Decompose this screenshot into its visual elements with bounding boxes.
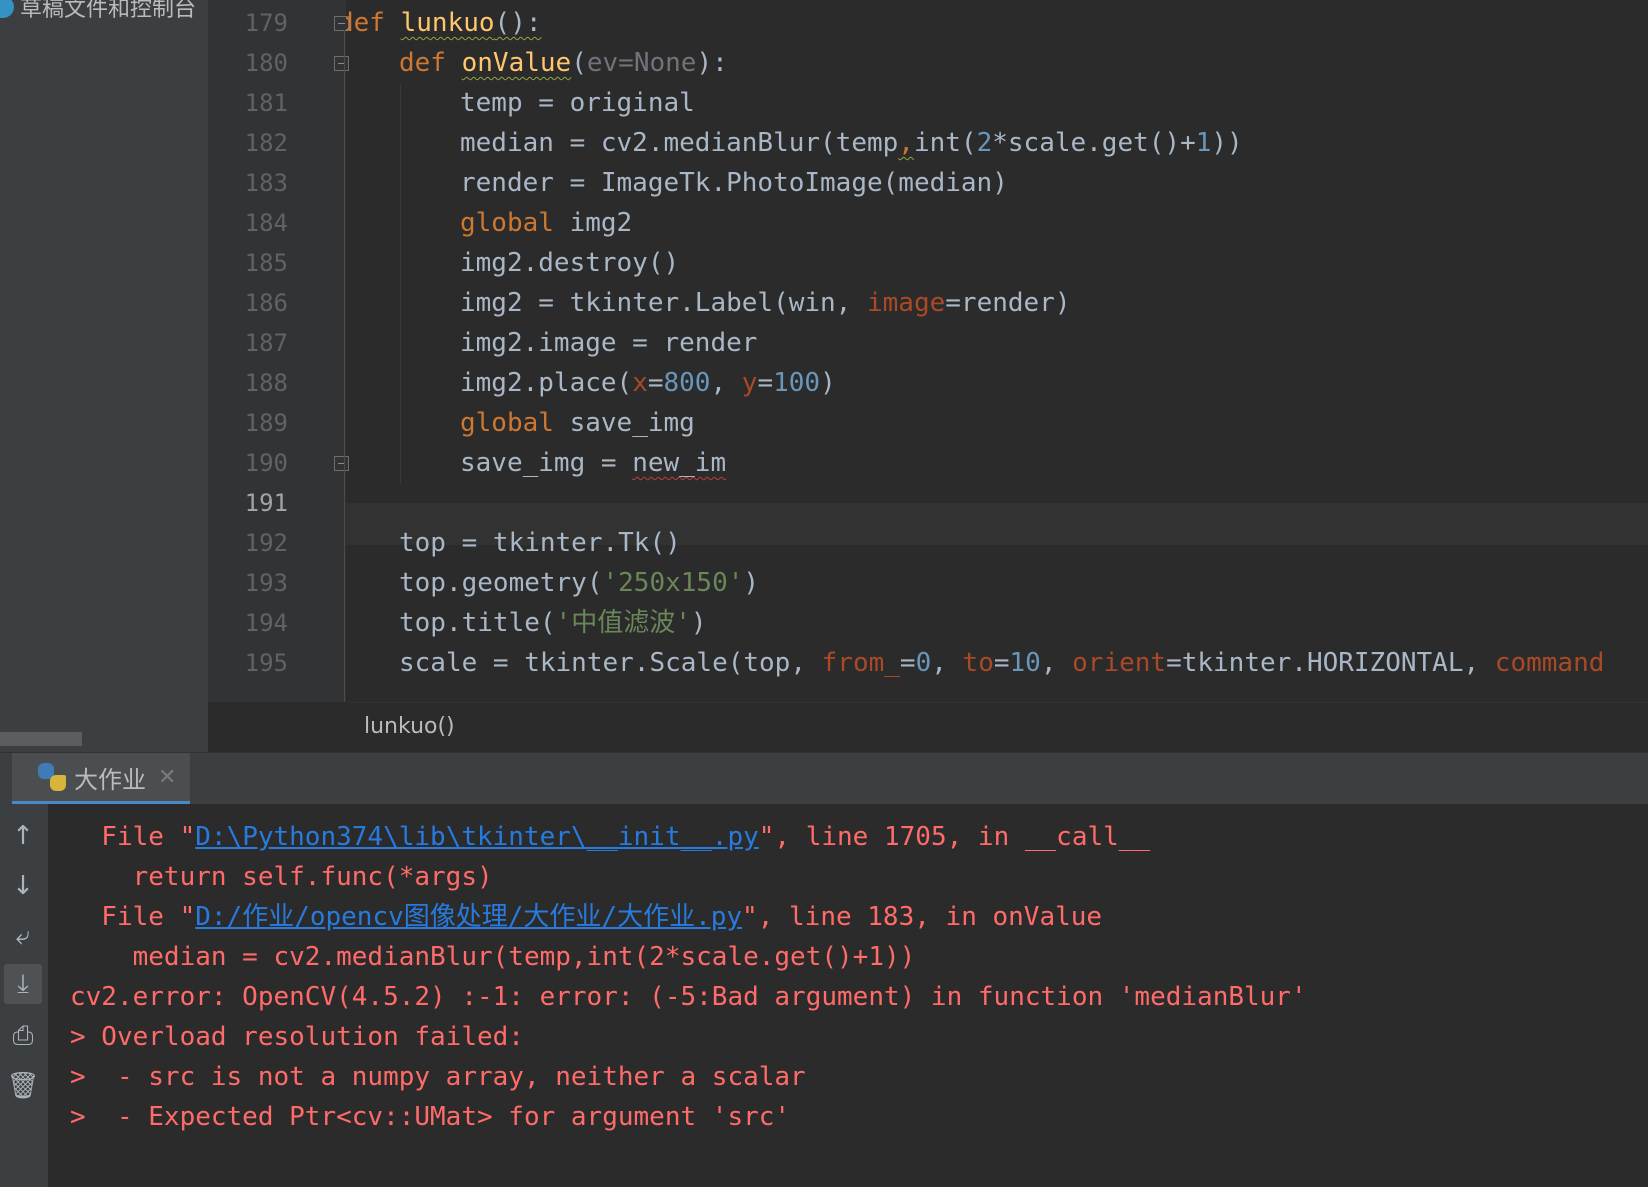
line-number: 185 <box>244 249 288 277</box>
console-line: File "D:/作业/opencv图像处理/大作业/大作业.py", line… <box>70 902 1103 932</box>
line-number: 182 <box>244 129 288 157</box>
code-line-188: img2.place(x=800, y=100) <box>460 368 836 398</box>
line-number: 192 <box>244 529 288 557</box>
code-line-185: img2.destroy() <box>460 248 680 278</box>
print-icon[interactable]: ⎙ <box>4 1016 42 1056</box>
code-line-184: global img2 <box>460 208 633 238</box>
sidebar-horizontal-scrollbar[interactable] <box>0 732 82 746</box>
run-tab-bar: 大作业 ✕ <box>0 752 1648 805</box>
code-line-193: top.geometry('250x150') <box>399 568 760 598</box>
code-line-192: top = tkinter.Tk() <box>399 528 681 558</box>
console-error-line: > Overload resolution failed: <box>70 1022 524 1052</box>
code-line-187: img2.image = render <box>460 328 758 358</box>
console-error-line: cv2.error: OpenCV(4.5.2) :-1: error: (-5… <box>70 982 1307 1012</box>
fold-guide-line <box>344 30 345 702</box>
line-number: 193 <box>244 569 288 597</box>
console-line: return self.func(*args) <box>70 862 493 892</box>
line-number: 186 <box>244 289 288 317</box>
line-number: 179 <box>244 9 288 37</box>
code-editor[interactable]: def lunkuo(): def onValue(ev=None): temp… <box>346 0 1648 702</box>
line-number: 183 <box>244 169 288 197</box>
line-number-gutter: 179 180 181 182 183 184 185 186 187 188 … <box>208 0 349 702</box>
scroll-to-end-icon[interactable]: ⤓ <box>4 964 42 1004</box>
arrow-up-icon[interactable]: ↑ <box>4 816 42 856</box>
line-number: 194 <box>244 609 288 637</box>
scratches-label: 草稿文件和控制台 <box>20 0 197 22</box>
console-error-line: > - src is not a numpy array, neither a … <box>70 1062 806 1092</box>
line-number: 195 <box>244 649 288 677</box>
python-icon <box>38 763 66 791</box>
current-line-number: 191 <box>244 489 288 517</box>
file-link[interactable]: D:/作业/opencv图像处理/大作业/大作业.py <box>195 902 742 932</box>
console-output[interactable]: File "D:\Python374\lib\tkinter\__init__.… <box>48 804 1648 1187</box>
code-line-190: save_img = new_im <box>460 448 727 478</box>
line-number: 189 <box>244 409 288 437</box>
code-line-194: top.title('中值滤波') <box>399 608 707 638</box>
indent-guide <box>400 84 401 484</box>
code-line-179: def lunkuo(): <box>346 8 542 38</box>
line-number: 181 <box>244 89 288 117</box>
file-link[interactable]: D:\Python374\lib\tkinter\__init__.py <box>195 822 759 852</box>
console-error-line: > - Expected Ptr<cv::UMat> for argument … <box>70 1102 791 1132</box>
line-number: 190 <box>244 449 288 477</box>
line-number: 187 <box>244 329 288 357</box>
project-panel: 草稿文件和控制台 <box>0 0 208 752</box>
soft-wrap-icon[interactable]: ⤶ <box>4 916 42 956</box>
console-line: File "D:\Python374\lib\tkinter\__init__.… <box>70 822 1151 852</box>
console-line: median = cv2.medianBlur(temp,int(2*scale… <box>70 942 916 972</box>
scratches-icon <box>0 0 14 18</box>
code-line-195: scale = tkinter.Scale(top, from_=0, to=1… <box>399 648 1605 678</box>
breadcrumb[interactable]: lunkuo() <box>346 702 1648 752</box>
console-toolbar: ↑ ↓ ⤶ ⤓ ⎙ 🗑 <box>0 804 49 1187</box>
run-tab[interactable]: 大作业 ✕ <box>12 753 191 805</box>
code-line-181: temp = original <box>460 88 695 118</box>
code-line-189: global save_img <box>460 408 695 438</box>
code-line-182: median = cv2.medianBlur(temp,int(2*scale… <box>460 128 1243 158</box>
line-number: 180 <box>244 49 288 77</box>
arrow-down-icon[interactable]: ↓ <box>4 866 42 906</box>
line-number: 184 <box>244 209 288 237</box>
scratches-and-consoles-item[interactable]: 草稿文件和控制台 <box>0 0 196 26</box>
code-line-180: def onValue(ev=None): <box>399 48 728 78</box>
close-icon[interactable]: ✕ <box>158 765 176 790</box>
run-tab-label: 大作业 <box>74 765 146 794</box>
code-line-183: render = ImageTk.PhotoImage(median) <box>460 168 1008 198</box>
line-number: 188 <box>244 369 288 397</box>
trash-icon[interactable]: 🗑 <box>4 1066 42 1106</box>
code-line-186: img2 = tkinter.Label(win, image=render) <box>460 288 1071 318</box>
